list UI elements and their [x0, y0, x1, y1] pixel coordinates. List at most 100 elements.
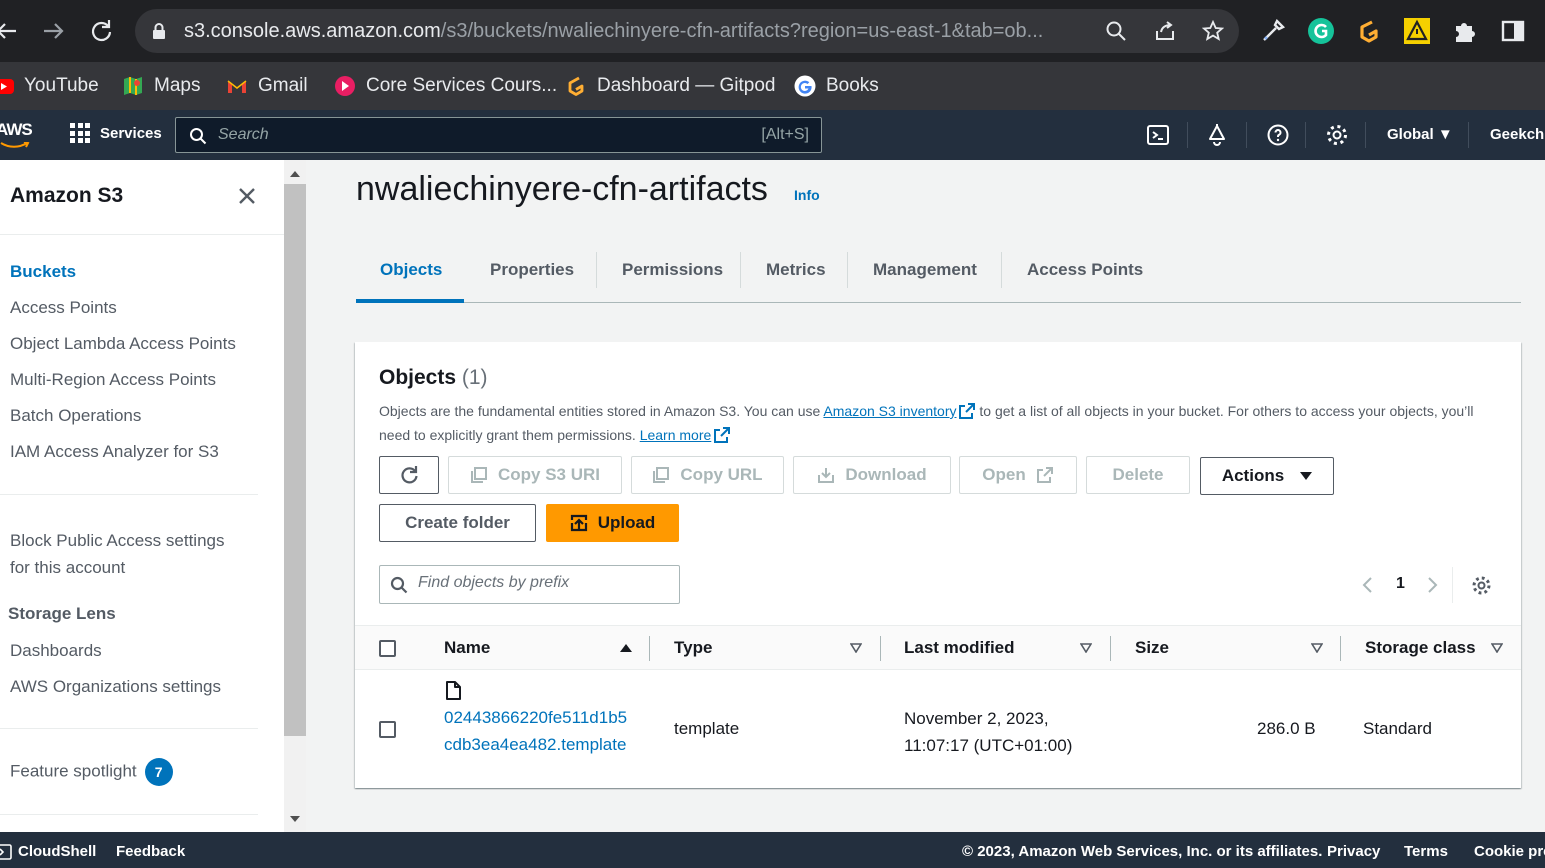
info-link[interactable]: Info: [794, 187, 820, 203]
sort-icon[interactable]: [1491, 643, 1503, 653]
bookmark-gitpod[interactable]: Dashboard — Gitpod: [565, 72, 776, 100]
address-bar[interactable]: s3.console.aws.amazon.com/s3/buckets/nwa…: [135, 9, 1239, 53]
youtube-icon: [0, 79, 14, 94]
tab-metrics[interactable]: Metrics: [766, 260, 826, 280]
caret-down-icon: [1300, 472, 1313, 480]
find-objects-search[interactable]: [379, 565, 680, 604]
chevron-right-icon[interactable]: [1426, 576, 1440, 594]
prefix-filter-input[interactable]: [418, 574, 668, 592]
column-header-last-modified[interactable]: Last modified: [904, 638, 1015, 658]
object-type: template: [674, 719, 740, 738]
column-header-storage-class[interactable]: Storage class: [1365, 638, 1476, 658]
column-header-name[interactable]: Name: [444, 638, 490, 658]
zoom-icon[interactable]: [1105, 20, 1127, 42]
url-text: s3.console.aws.amazon.com/s3/buckets/nwa…: [184, 20, 1044, 42]
aws-logo[interactable]: AWS: [0, 120, 33, 140]
external-link-icon: [959, 403, 976, 419]
download-icon: [818, 468, 835, 483]
copy-s3-uri-button[interactable]: Copy S3 URI: [448, 456, 622, 494]
cloudshell-icon[interactable]: [1146, 123, 1170, 147]
select-all-checkbox[interactable]: [379, 640, 396, 657]
bookmark-maps[interactable]: Maps: [122, 72, 200, 100]
download-button[interactable]: Download: [793, 456, 951, 494]
sort-icon[interactable]: [1311, 643, 1323, 653]
bookmark-star-icon[interactable]: [1202, 20, 1224, 42]
s3-sidebar: Amazon S3 Buckets Access Points Object L…: [0, 160, 284, 832]
warning-extension-icon[interactable]: [1403, 17, 1431, 45]
color-picker-extension-icon[interactable]: [1259, 17, 1287, 45]
column-header-size[interactable]: Size: [1135, 638, 1169, 658]
privacy-link[interactable]: Privacy: [1327, 843, 1380, 860]
sidebar-item-iam-analyzer[interactable]: IAM Access Analyzer for S3: [10, 442, 219, 462]
sort-ascending-icon[interactable]: [620, 643, 632, 653]
sidebar-title: Amazon S3: [10, 184, 124, 207]
scroll-down-icon[interactable]: [289, 815, 301, 823]
current-page-number[interactable]: 1: [1396, 575, 1405, 593]
tab-management[interactable]: Management: [873, 260, 977, 280]
back-arrow-icon[interactable]: [0, 16, 22, 46]
copy-url-button[interactable]: Copy URL: [631, 456, 784, 494]
reload-icon[interactable]: [86, 16, 116, 46]
object-name-link[interactable]: 02443866220fe511d1b5cdb3ea4ea482.templat…: [444, 705, 634, 758]
core-services-icon: [335, 76, 355, 96]
sort-icon[interactable]: [850, 643, 862, 653]
objects-heading: Objects (1): [379, 366, 488, 389]
cloudshell-footer-link[interactable]: CloudShell: [0, 843, 96, 860]
sidebar-scrollbar[interactable]: [284, 160, 306, 832]
table-settings-gear-icon[interactable]: [1471, 575, 1492, 596]
sidebar-section-storage-lens[interactable]: Storage Lens: [8, 604, 116, 624]
side-panel-icon[interactable]: [1499, 17, 1527, 45]
bookmark-gmail[interactable]: Gmail: [226, 72, 308, 100]
share-icon[interactable]: [1154, 20, 1176, 42]
tab-access-points[interactable]: Access Points: [1027, 260, 1143, 280]
region-selector[interactable]: Global ▼: [1387, 126, 1453, 143]
external-link-icon: [1036, 467, 1053, 483]
delete-button[interactable]: Delete: [1086, 456, 1190, 494]
upload-button[interactable]: Upload: [546, 504, 679, 542]
gitpod-extension-icon[interactable]: [1355, 17, 1383, 45]
sidebar-item-batch-operations[interactable]: Batch Operations: [10, 406, 141, 426]
sidebar-item-dashboards[interactable]: Dashboards: [10, 641, 102, 661]
tab-objects[interactable]: Objects: [380, 260, 442, 280]
feedback-link[interactable]: Feedback: [116, 843, 185, 860]
row-checkbox[interactable]: [379, 721, 396, 738]
services-menu[interactable]: Services: [70, 123, 162, 143]
tab-permissions[interactable]: Permissions: [622, 260, 723, 280]
lock-icon: [153, 23, 165, 39]
sidebar-item-access-points[interactable]: Access Points: [10, 298, 117, 318]
tab-properties[interactable]: Properties: [490, 260, 574, 280]
extensions-puzzle-icon[interactable]: [1451, 17, 1479, 45]
sidebar-item-multi-region[interactable]: Multi-Region Access Points: [10, 370, 216, 390]
refresh-button[interactable]: [379, 456, 439, 494]
forward-arrow-icon[interactable]: [38, 16, 68, 46]
sidebar-item-block-public-access[interactable]: Block Public Access settings for this ac…: [10, 527, 224, 581]
bookmark-youtube[interactable]: YouTube: [0, 72, 99, 100]
actions-dropdown-button[interactable]: Actions: [1200, 457, 1334, 495]
open-button[interactable]: Open: [959, 456, 1077, 494]
create-folder-button[interactable]: Create folder: [379, 504, 536, 542]
scroll-up-icon[interactable]: [289, 170, 301, 178]
aws-console-header: AWS Services Search [Alt+S] Global ▼ Gee…: [0, 110, 1545, 160]
bookmark-core-services[interactable]: Core Services Cours...: [334, 72, 557, 100]
cookie-preferences-link[interactable]: Cookie pref: [1474, 843, 1545, 860]
notifications-bell-icon[interactable]: [1205, 123, 1229, 147]
chevron-left-icon[interactable]: [1360, 576, 1374, 594]
sidebar-item-org-settings[interactable]: AWS Organizations settings: [10, 677, 221, 697]
sort-icon[interactable]: [1080, 643, 1092, 653]
column-header-type[interactable]: Type: [674, 638, 712, 658]
global-search-input[interactable]: Search [Alt+S]: [175, 117, 822, 153]
grammarly-icon[interactable]: [1307, 17, 1335, 45]
gmail-icon: [227, 80, 247, 93]
sidebar-item-object-lambda[interactable]: Object Lambda Access Points: [10, 334, 236, 354]
settings-gear-icon[interactable]: [1325, 123, 1349, 147]
terms-link[interactable]: Terms: [1404, 843, 1448, 860]
close-icon[interactable]: [237, 186, 257, 206]
learn-more-link[interactable]: Learn more: [640, 427, 712, 443]
bookmark-books[interactable]: Books: [794, 72, 879, 100]
scrollbar-thumb[interactable]: [284, 184, 306, 736]
sidebar-item-feature-spotlight[interactable]: Feature spotlight 7: [10, 758, 173, 786]
help-icon[interactable]: [1266, 123, 1290, 147]
account-menu[interactable]: Geekchin: [1490, 126, 1545, 143]
sidebar-item-buckets[interactable]: Buckets: [10, 262, 76, 282]
s3-inventory-link[interactable]: Amazon S3 inventory: [823, 403, 956, 419]
